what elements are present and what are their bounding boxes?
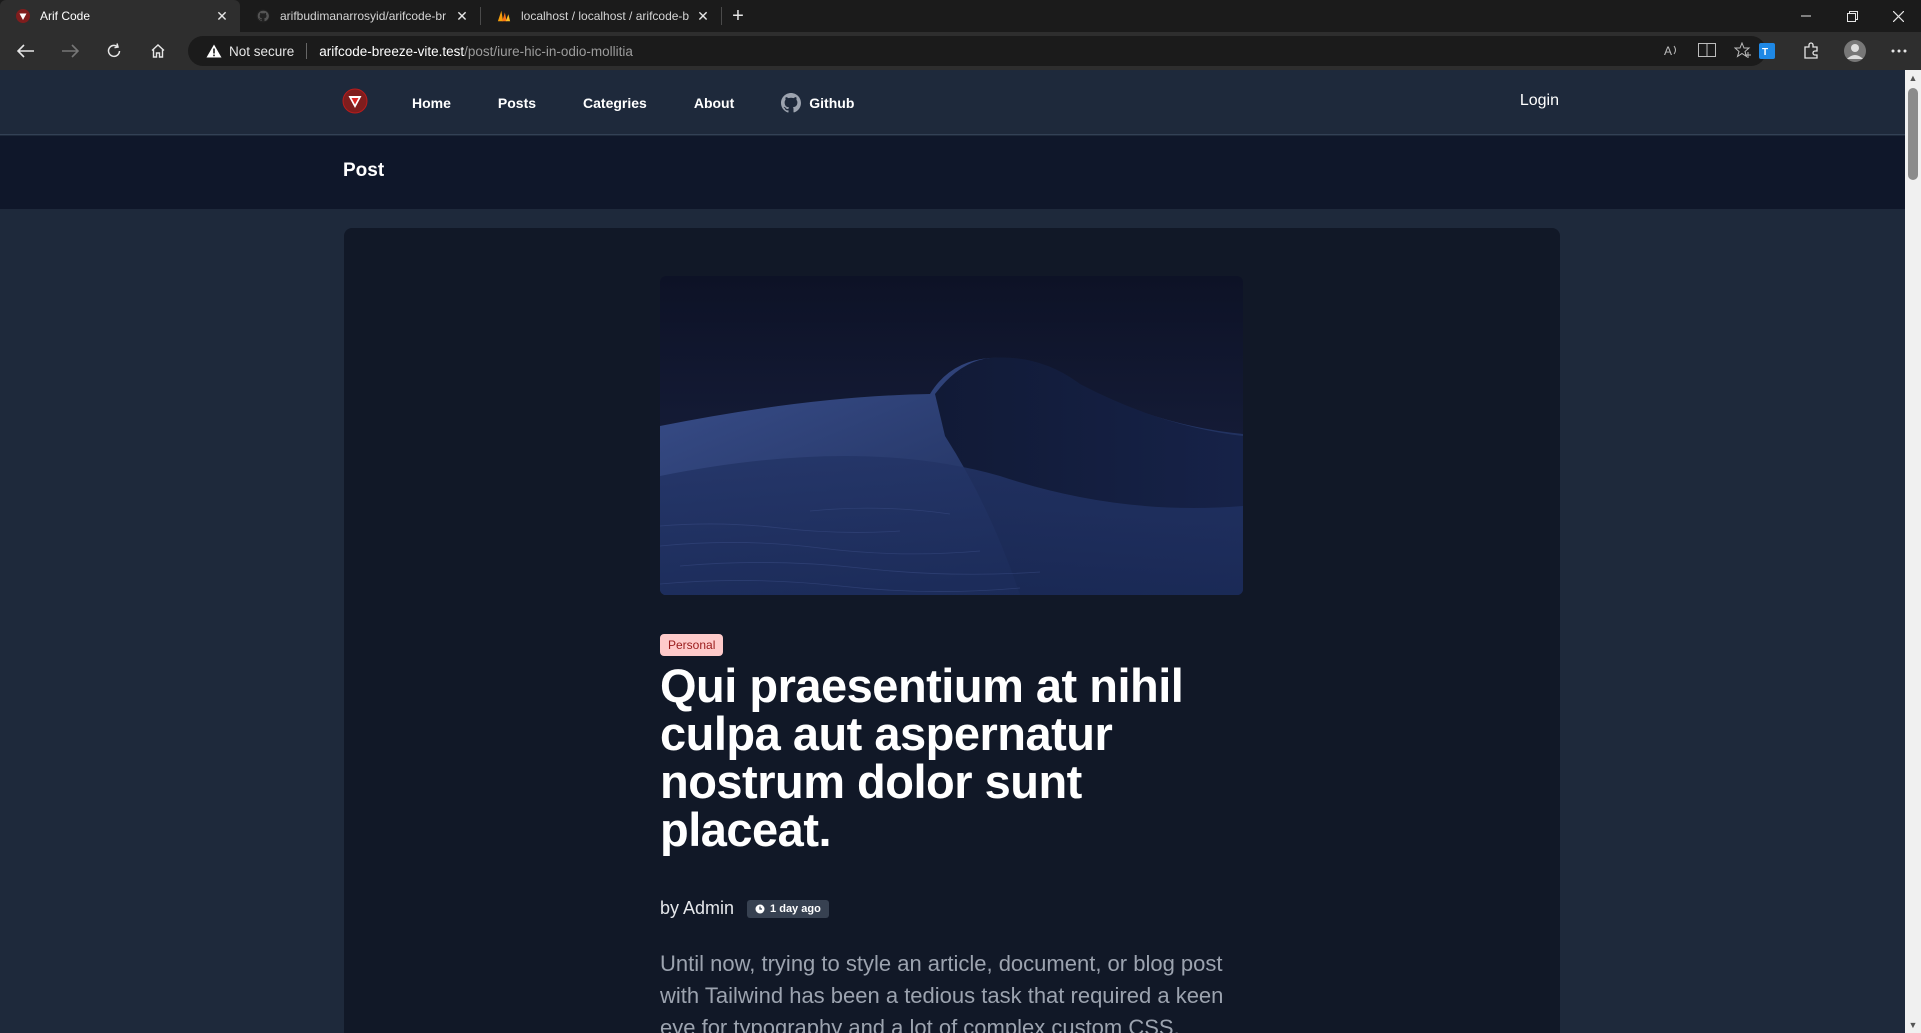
scrollbar-thumb[interactable] xyxy=(1908,88,1918,180)
nav-posts[interactable]: Posts xyxy=(498,95,536,111)
browser-toolbar: Not secure arifcode-breeze-vite.test /po… xyxy=(0,32,1921,70)
read-aloud-icon[interactable]: A xyxy=(1664,43,1680,60)
extensions-puzzle-icon[interactable] xyxy=(1789,32,1833,70)
site-logo-icon[interactable] xyxy=(342,88,368,114)
refresh-icon[interactable] xyxy=(96,36,132,66)
post-title: Qui praesentium at nihil culpa aut asper… xyxy=(660,659,1184,856)
profile-avatar-icon[interactable] xyxy=(1833,32,1877,70)
address-divider xyxy=(306,43,308,59)
post-time-ago: 1 day ago xyxy=(770,902,821,915)
post-time-badge: 1 day ago xyxy=(747,899,829,918)
post-author: by Admin xyxy=(660,898,735,918)
scroll-down-icon[interactable]: ▼ xyxy=(1905,1017,1921,1033)
site-navbar: Home Posts Categries About Github Login xyxy=(0,70,1905,135)
tab-phpmyadmin[interactable]: localhost / localhost / arifcode-b ✕ xyxy=(481,0,721,32)
svg-text:T: T xyxy=(1762,47,1768,58)
nav-links: Home Posts Categries About Github xyxy=(412,70,854,135)
phpmyadmin-icon xyxy=(497,9,511,23)
page-viewport: Home Posts Categries About Github Login … xyxy=(0,70,1905,1033)
back-icon[interactable] xyxy=(8,36,44,66)
github-icon xyxy=(781,92,802,113)
page-title: Post xyxy=(343,160,385,181)
page-scrollbar[interactable]: ▲ ▼ xyxy=(1905,70,1921,1033)
close-tab-icon[interactable]: ✕ xyxy=(695,8,711,24)
address-bar-actions: A xyxy=(1664,36,1752,66)
nav-home[interactable]: Home xyxy=(412,95,451,111)
close-window-icon[interactable] xyxy=(1875,0,1921,32)
tab-arif-code[interactable]: Arif Code ✕ xyxy=(0,0,240,32)
tab-title: arifbudimanarrosyid/arifcode-br xyxy=(280,9,447,23)
toolbar-right: T xyxy=(1745,32,1921,70)
restore-icon[interactable] xyxy=(1829,0,1875,32)
nav-about[interactable]: About xyxy=(694,95,734,111)
url-path: /post/iure-hic-in-odio-mollitia xyxy=(464,43,633,59)
browser-tab-strip: Arif Code ✕ arifbudimanarrosyid/arifcode… xyxy=(0,0,1921,32)
site-logo-icon xyxy=(16,9,30,23)
forward-icon[interactable] xyxy=(52,36,88,66)
login-link[interactable]: Login xyxy=(1520,92,1559,110)
minimize-icon[interactable] xyxy=(1783,0,1829,32)
close-tab-icon[interactable]: ✕ xyxy=(214,8,230,24)
category-badge[interactable]: Personal xyxy=(660,634,724,656)
extension-icon[interactable]: T xyxy=(1745,32,1789,70)
security-label[interactable]: Not secure xyxy=(229,44,294,59)
new-tab-button[interactable]: + xyxy=(722,0,754,32)
nav-github-label: Github xyxy=(809,94,855,111)
tab-github[interactable]: arifbudimanarrosyid/arifcode-br ✕ xyxy=(240,0,480,32)
home-icon[interactable] xyxy=(140,36,176,66)
scroll-up-icon[interactable]: ▲ xyxy=(1905,70,1921,86)
close-tab-icon[interactable]: ✕ xyxy=(454,8,470,24)
warning-icon[interactable] xyxy=(206,44,222,58)
address-bar[interactable]: Not secure arifcode-breeze-vite.test /po… xyxy=(188,36,1766,66)
post-meta: by Admin 1 day ago xyxy=(660,898,829,919)
tab-title: localhost / localhost / arifcode-b xyxy=(521,9,690,23)
svg-text:A: A xyxy=(1664,44,1672,57)
tab-title: Arif Code xyxy=(40,9,91,23)
nav-categories[interactable]: Categries xyxy=(583,95,647,111)
window-controls xyxy=(1783,0,1921,32)
more-menu-icon[interactable] xyxy=(1877,32,1921,70)
page-header: Post xyxy=(0,136,1905,209)
nav-github[interactable]: Github xyxy=(781,92,855,113)
github-icon xyxy=(256,9,270,23)
post-excerpt: Until now, trying to style an article, d… xyxy=(660,951,1224,1033)
post-hero-image xyxy=(660,276,1243,595)
post-card: Personal Qui praesentium at nihil culpa … xyxy=(344,228,1560,1033)
clock-icon xyxy=(755,904,765,914)
url-host: arifcode-breeze-vite.test xyxy=(319,43,465,59)
immersive-reader-icon[interactable] xyxy=(1698,42,1716,60)
